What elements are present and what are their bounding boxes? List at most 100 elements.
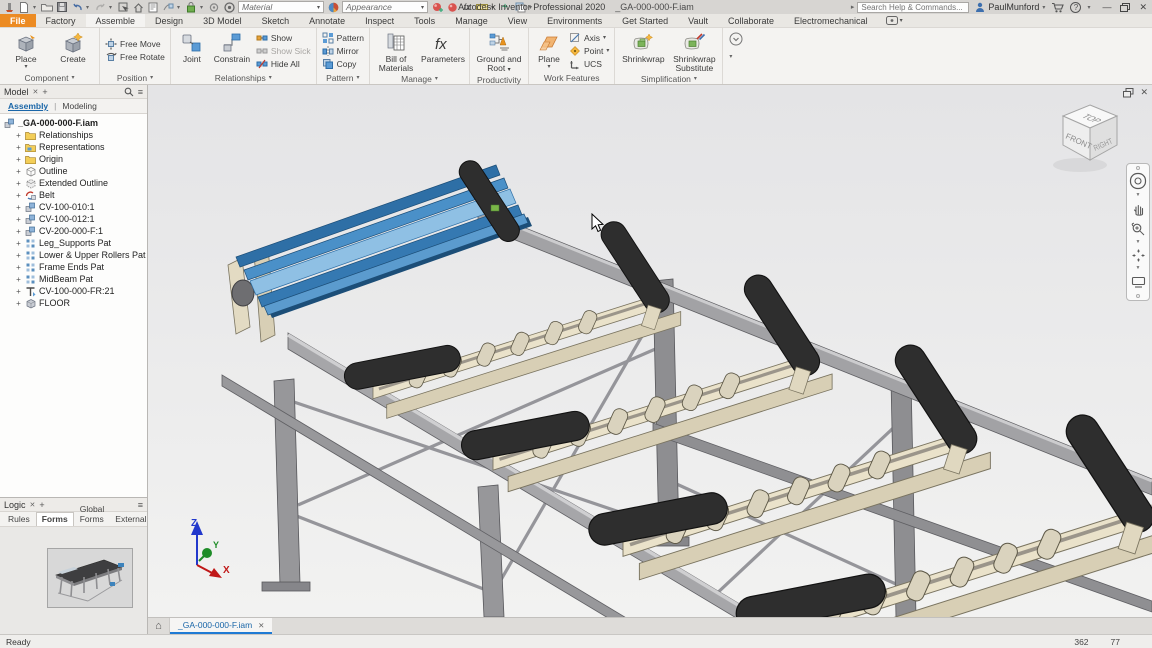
navbar-customize-icon[interactable] [1136,294,1140,298]
tree-item[interactable]: + CV-200-000-F:1 [0,225,147,237]
tree-item-root[interactable]: _GA-000-000-F.iam [0,117,147,129]
layers-icon[interactable] [514,1,526,13]
joint-button[interactable]: Joint [174,30,210,71]
tab-tools[interactable]: Tools [404,14,445,27]
expand-icon[interactable]: + [15,227,22,235]
save-icon[interactable] [56,1,68,13]
tab-electromechanical[interactable]: Electromechanical [784,14,878,27]
ilogic-tab-global-forms[interactable]: Global Forms [75,503,110,526]
tree-item[interactable]: + Belt [0,189,147,201]
tree-item[interactable]: + Representations [0,141,147,153]
select-icon[interactable] [117,1,129,13]
close-view-icon[interactable]: ✕ [1140,87,1148,98]
undo-icon[interactable] [71,1,83,13]
expand-icon[interactable]: + [15,167,22,175]
close-icon[interactable]: ✕ [33,88,39,96]
look-at-button[interactable] [1128,271,1148,292]
add-icon[interactable]: + [499,1,511,13]
tree-item[interactable]: + CV-100-000-FR:21 [0,285,147,297]
expand-icon[interactable]: + [15,299,22,307]
ucs-button[interactable]: UCS [569,58,609,70]
group-label-simplification[interactable]: Simplification ▾ [615,73,722,84]
tab-file[interactable]: File [0,14,36,27]
group-label-manage[interactable]: Manage ▾ [370,73,469,84]
constrain-button[interactable]: Constrain [211,30,253,71]
expand-icon[interactable]: + [15,287,22,295]
place-button[interactable]: Place ▾ [3,30,49,71]
tree-item[interactable]: + Origin [0,153,147,165]
tree-item[interactable]: + FLOOR [0,297,147,309]
expand-icon[interactable]: + [15,131,22,139]
expand-icon[interactable]: + [15,239,22,247]
hide-all-button[interactable]: Hide All [256,58,311,70]
selected-belt-section[interactable] [235,157,532,318]
free-move-button[interactable]: Free Move [105,38,165,50]
graphics-window[interactable]: ✕ TOP FRONT RIGHT ▼ ▼ ▼ Z Y X [148,85,1152,617]
expand-icon[interactable]: + [15,275,22,283]
measure-icon[interactable] [476,1,488,13]
ground-and-root-button[interactable]: Ground and Root ▾ [473,30,525,75]
home-icon[interactable] [132,1,144,13]
shrinkwrap-substitute-button[interactable]: Shrinkwrap Substitute [669,30,719,73]
clear-appearance-icon[interactable] [446,1,458,13]
expand-icon[interactable]: + [15,251,22,259]
minimize-button[interactable]: — [1102,2,1111,12]
tab-design[interactable]: Design [145,14,193,27]
expand-icon[interactable]: + [15,263,22,271]
add-panel-icon[interactable]: + [42,87,47,97]
menu-icon[interactable]: ≡ [138,500,143,510]
close-icon[interactable]: ✕ [258,621,264,630]
create-button[interactable]: Create [50,30,96,71]
tree-item[interactable]: + Frame Ends Pat [0,261,147,273]
tab-get-started[interactable]: Get Started [612,14,678,27]
expand-icon[interactable]: + [15,203,22,211]
mirror-button[interactable]: Mirror [322,45,364,57]
search-icon[interactable] [124,87,134,97]
open-icon[interactable] [41,1,53,13]
bill-of-materials-button[interactable]: Bill of Materials [373,30,419,73]
tab-3d-model[interactable]: 3D Model [193,14,252,27]
tab-manage[interactable]: Manage [445,14,498,27]
tree-item[interactable]: + CV-100-012:1 [0,213,147,225]
group-label-productivity[interactable]: Productivity [470,75,528,85]
roller-station[interactable] [340,215,683,420]
appearance-dropdown[interactable]: Appearance ▾ [342,1,428,13]
group-label-position[interactable]: Position ▾ [100,71,170,84]
pattern-button[interactable]: Pattern [322,32,364,44]
search-input[interactable] [857,1,970,13]
ilogic-tab-rules[interactable]: Rules [3,513,35,526]
expand-icon[interactable]: + [15,191,22,199]
show-button[interactable]: Show [256,32,311,44]
plane-button[interactable]: Plane ▾ [532,30,566,71]
expand-icon[interactable]: + [15,155,22,163]
ilogic-tab-forms[interactable]: Forms [35,512,74,526]
update-icon[interactable] [208,1,220,13]
ilogic-tab-external[interactable]: External [110,513,151,526]
tree-item[interactable]: + Leg_Supports Pat [0,237,147,249]
ribbon-display-toggle[interactable]: ▾ [878,14,911,27]
tree-item[interactable]: + Outline [0,165,147,177]
tree-item[interactable]: + Lower & Upper Rollers Pat [0,249,147,261]
show-sick-button[interactable]: Show Sick [256,45,311,57]
group-label-work-features[interactable]: Work Features [529,71,614,84]
expand-icon[interactable]: + [15,215,22,223]
help-icon[interactable]: ? [1070,1,1082,13]
group-label-component[interactable]: Component ▾ [0,71,99,84]
tab-collaborate[interactable]: Collaborate [718,14,784,27]
axis-button[interactable]: Axis ▾ [569,32,609,44]
close-button[interactable]: ✕ [1139,2,1147,13]
add-panel-icon[interactable]: + [39,500,44,510]
conveyor-assembly-model[interactable] [148,85,1152,617]
tab-factory[interactable]: Factory [36,14,86,27]
document-tab[interactable]: _GA-000-000-F.iam ✕ [170,618,273,634]
group-label-relationships[interactable]: Relationships ▾ [171,71,316,84]
close-icon[interactable]: ✕ [30,501,36,509]
search-expand-icon[interactable]: ▸ [851,3,855,11]
group-label-pattern[interactable]: Pattern ▾ [317,71,369,84]
tab-environments[interactable]: Environments [537,14,612,27]
store-cart-icon[interactable] [1051,2,1065,13]
copy-button[interactable]: Copy [322,58,364,70]
zoom-button[interactable] [1128,219,1148,240]
sweep-icon[interactable] [162,1,174,13]
tree-item[interactable]: + MidBeam Pat [0,273,147,285]
